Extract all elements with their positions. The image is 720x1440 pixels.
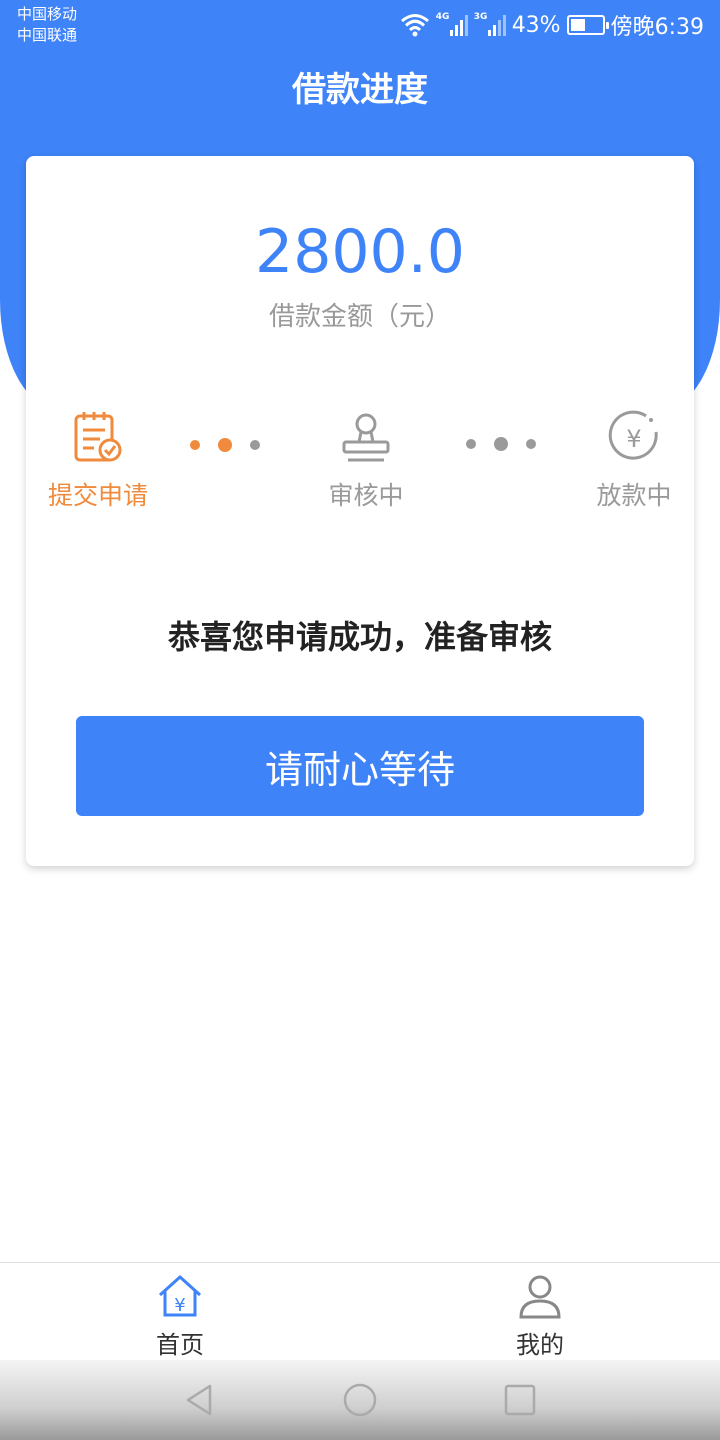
wait-button[interactable]: 请耐心等待: [76, 716, 644, 816]
progress-card: 2800.0 借款金额（元） 提交申请 审核中 ¥ 放款中 恭喜您申请成功，准备…: [26, 156, 694, 866]
svg-text:¥: ¥: [626, 425, 641, 453]
loan-amount: 2800.0: [255, 217, 465, 287]
status-message: 恭喜您申请成功，准备审核: [167, 618, 552, 656]
status-bar: 中国移动 中国联通 4G 3G 43% 傍晚6:39: [0, 0, 720, 52]
tab-mine[interactable]: 我的: [480, 1273, 600, 1360]
loan-amount-label: 借款金额（元）: [268, 302, 451, 332]
carrier-1: 中国移动: [17, 5, 78, 23]
application-form-icon: [74, 412, 122, 462]
user-icon: [519, 1275, 561, 1319]
carrier-2: 中国联通: [17, 26, 78, 44]
step-submit: 提交申请: [46, 410, 150, 512]
step-review: 审核中: [316, 410, 416, 512]
status-icons: 4G 3G 43% 傍晚6:39: [400, 10, 704, 40]
step-submit-label: 提交申请: [47, 481, 148, 510]
recents-icon[interactable]: [502, 1382, 538, 1418]
tab-home[interactable]: ¥ 首页: [120, 1273, 240, 1360]
battery-percent: 43%: [511, 12, 561, 38]
back-icon[interactable]: [182, 1382, 218, 1418]
system-nav-bar: [0, 1360, 720, 1440]
step-review-label: 审核中: [328, 481, 404, 510]
signal-3g-icon: 3G: [474, 12, 506, 36]
yen-coin-icon: ¥: [608, 410, 658, 460]
page-title: 借款进度: [292, 70, 428, 110]
home-nav-icon[interactable]: [342, 1382, 378, 1418]
bottom-tab-bar: ¥ 首页 我的: [0, 1262, 720, 1360]
tab-home-label: 首页: [156, 1331, 204, 1359]
tab-mine-label: 我的: [516, 1331, 564, 1359]
battery-icon: [566, 15, 609, 35]
step-disburse: ¥ 放款中: [584, 410, 684, 512]
clock: 傍晚6:39: [610, 15, 704, 40]
home-yen-icon: ¥: [158, 1275, 202, 1317]
signal-4g-icon: 4G: [436, 12, 468, 36]
svg-text:¥: ¥: [174, 1295, 185, 1316]
step-connector-2: [466, 437, 536, 451]
wifi-icon: [400, 14, 429, 37]
stamp-icon: [342, 413, 390, 462]
step-connector-1: [190, 438, 260, 452]
step-disburse-label: 放款中: [596, 481, 672, 510]
carrier-info: 中国移动 中国联通: [17, 4, 77, 46]
